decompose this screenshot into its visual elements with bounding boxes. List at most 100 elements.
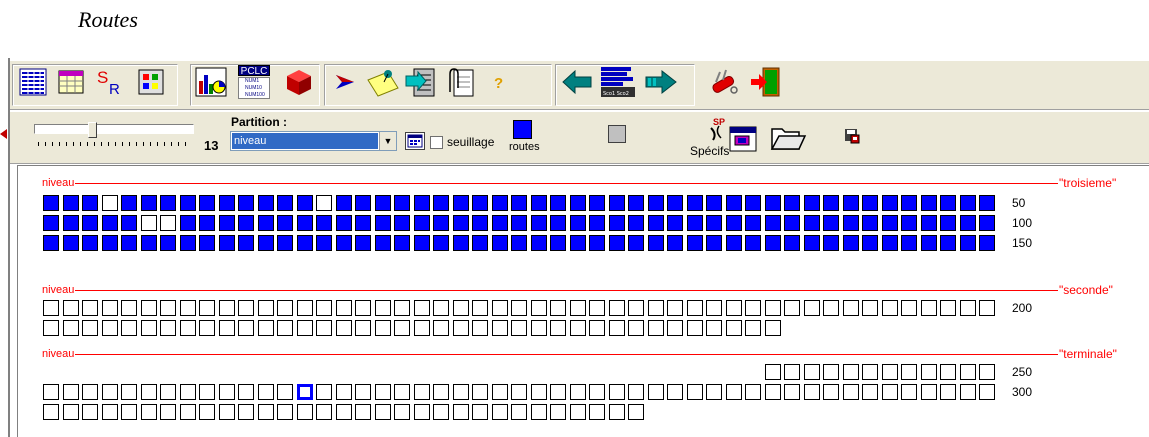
route-slot-empty[interactable] (316, 384, 332, 400)
route-slot-assigned[interactable] (706, 195, 722, 211)
route-slot-assigned[interactable] (472, 215, 488, 231)
route-slot-assigned[interactable] (940, 215, 956, 231)
route-slot-assigned[interactable] (82, 195, 98, 211)
route-slot-empty[interactable] (63, 320, 79, 336)
route-slot-assigned[interactable] (648, 235, 664, 251)
route-slot-empty[interactable] (921, 300, 937, 316)
route-slot-empty[interactable] (453, 300, 469, 316)
route-slot-empty[interactable] (258, 404, 274, 420)
route-slot-empty[interactable] (414, 404, 430, 420)
route-slot-empty[interactable] (63, 384, 79, 400)
route-slot-empty[interactable] (940, 384, 956, 400)
route-slot-empty[interactable] (550, 404, 566, 420)
route-slot-assigned[interactable] (687, 235, 703, 251)
route-slot-empty[interactable] (102, 384, 118, 400)
route-slot-empty[interactable] (336, 404, 352, 420)
route-slot-empty[interactable] (745, 320, 761, 336)
route-slot-empty[interactable] (316, 300, 332, 316)
route-slot-empty[interactable] (628, 404, 644, 420)
route-slot-assigned[interactable] (433, 195, 449, 211)
route-slot-assigned[interactable] (511, 195, 527, 211)
route-slot-assigned[interactable] (979, 215, 995, 231)
forward-arrow-button[interactable] (644, 65, 678, 99)
route-slot-assigned[interactable] (121, 235, 137, 251)
route-slot-assigned[interactable] (336, 195, 352, 211)
schedule-button[interactable] (728, 122, 758, 154)
route-slot-assigned[interactable] (63, 235, 79, 251)
route-slot-assigned[interactable] (472, 235, 488, 251)
route-slot-empty[interactable] (355, 384, 371, 400)
route-slot-assigned[interactable] (316, 235, 332, 251)
route-slot-assigned[interactable] (726, 215, 742, 231)
route-slot-assigned[interactable] (921, 215, 937, 231)
route-slot-assigned[interactable] (199, 195, 215, 211)
route-slot-assigned[interactable] (823, 215, 839, 231)
route-slot-empty[interactable] (745, 300, 761, 316)
route-slot-empty[interactable] (102, 300, 118, 316)
slider-thumb[interactable] (88, 122, 97, 138)
route-slot-assigned[interactable] (63, 215, 79, 231)
route-slot-empty[interactable] (511, 404, 527, 420)
route-slot-assigned[interactable] (258, 195, 274, 211)
route-slot-assigned[interactable] (550, 195, 566, 211)
route-slot-assigned[interactable] (375, 195, 391, 211)
route-slot-assigned[interactable] (687, 215, 703, 231)
route-slot-empty[interactable] (258, 320, 274, 336)
route-slot-empty[interactable] (531, 384, 547, 400)
route-slot-assigned[interactable] (472, 195, 488, 211)
route-slot-empty[interactable] (141, 384, 157, 400)
route-slot-empty[interactable] (921, 384, 937, 400)
route-slot-empty[interactable] (277, 320, 293, 336)
route-slot-assigned[interactable] (316, 215, 332, 231)
route-slot-empty[interactable] (160, 384, 176, 400)
route-slot-assigned[interactable] (921, 195, 937, 211)
route-slot-assigned[interactable] (511, 215, 527, 231)
route-slot-empty[interactable] (238, 320, 254, 336)
route-slot-empty[interactable] (882, 384, 898, 400)
route-slot-empty[interactable] (609, 320, 625, 336)
route-slot-empty[interactable] (472, 300, 488, 316)
route-slot-assigned[interactable] (706, 235, 722, 251)
route-slot-empty[interactable] (219, 320, 235, 336)
route-slot-empty[interactable] (394, 300, 410, 316)
route-slot-empty[interactable] (570, 404, 586, 420)
route-slot-empty[interactable] (901, 384, 917, 400)
exit-button[interactable] (748, 65, 782, 99)
route-slot-assigned[interactable] (667, 235, 683, 251)
route-slot-empty[interactable] (667, 300, 683, 316)
route-slot-assigned[interactable] (141, 235, 157, 251)
route-slot-empty[interactable] (453, 384, 469, 400)
route-slot-assigned[interactable] (238, 195, 254, 211)
tools-button[interactable] (706, 65, 740, 99)
route-slot-empty[interactable] (219, 384, 235, 400)
route-slot-assigned[interactable] (102, 215, 118, 231)
route-slot-assigned[interactable] (199, 215, 215, 231)
route-slot-empty[interactable] (940, 364, 956, 380)
route-slot-assigned[interactable] (784, 195, 800, 211)
route-slot-assigned[interactable] (628, 235, 644, 251)
route-slot-empty[interactable] (238, 384, 254, 400)
route-slot-empty[interactable] (336, 300, 352, 316)
import-document-button[interactable] (404, 65, 438, 99)
route-slot-empty[interactable] (609, 300, 625, 316)
route-slot-empty[interactable] (199, 404, 215, 420)
route-slot-assigned[interactable] (765, 235, 781, 251)
route-slot-empty[interactable] (901, 364, 917, 380)
route-slot-assigned[interactable] (531, 215, 547, 231)
dropdown-arrow-icon[interactable]: ▼ (379, 132, 396, 150)
route-slot-assigned[interactable] (531, 195, 547, 211)
route-slot-empty[interactable] (102, 404, 118, 420)
route-slot-empty[interactable] (394, 404, 410, 420)
route-slot-empty[interactable] (960, 300, 976, 316)
route-slot-empty[interactable] (82, 320, 98, 336)
route-slot-empty[interactable] (219, 404, 235, 420)
route-slot-empty[interactable] (531, 300, 547, 316)
route-slot-assigned[interactable] (823, 195, 839, 211)
route-slot-assigned[interactable] (843, 195, 859, 211)
route-slot-assigned[interactable] (355, 215, 371, 231)
route-slot-empty[interactable] (550, 320, 566, 336)
route-slot-empty[interactable] (511, 384, 527, 400)
route-slot-assigned[interactable] (784, 235, 800, 251)
route-slot-empty[interactable] (667, 320, 683, 336)
help-button[interactable]: ? (482, 65, 516, 99)
